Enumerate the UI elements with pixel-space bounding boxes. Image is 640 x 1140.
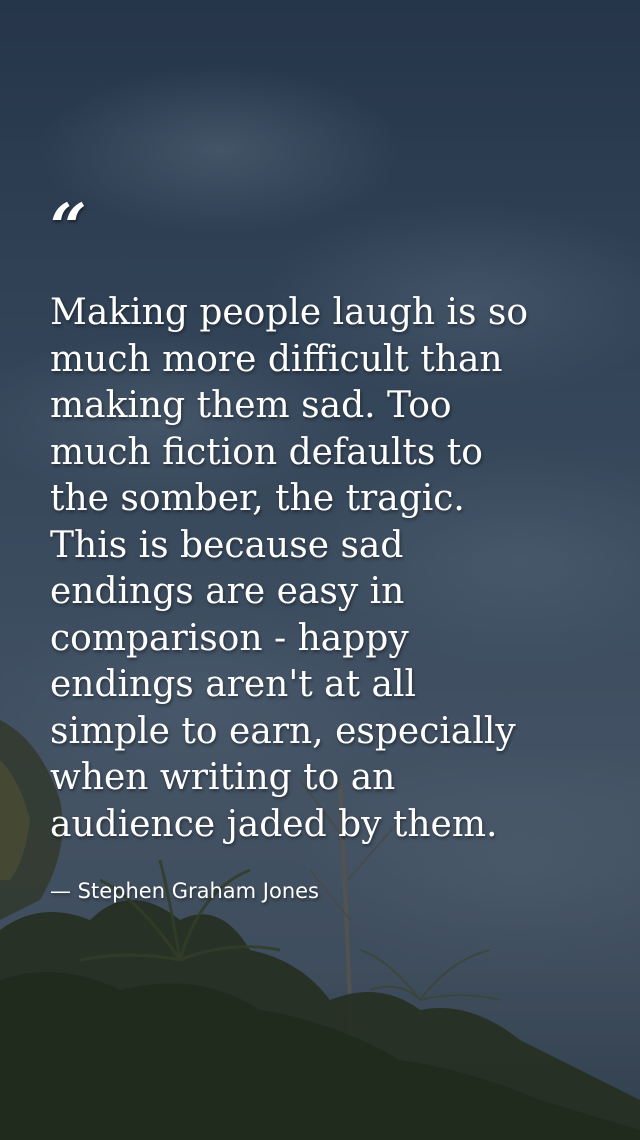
quote-line: simple to earn, especially xyxy=(50,710,516,752)
quote-line: when writing to an xyxy=(50,757,396,798)
quote-line: the somber, the tragic. xyxy=(50,478,465,519)
quote-line: audience jaded by them. xyxy=(50,803,498,845)
quote-line: This is because sad xyxy=(50,524,404,566)
quote-line: making them sad. Too xyxy=(50,385,452,426)
quote-line: comparison - happy xyxy=(50,617,409,659)
quote-line: much more difficult than xyxy=(50,338,503,380)
quote-author: — Stephen Graham Jones xyxy=(50,879,320,903)
quote-line: much fiction defaults to xyxy=(50,431,483,473)
quote-line: Making people laugh is so xyxy=(50,292,529,333)
quote-mark-icon: “ xyxy=(50,190,87,265)
quote-text: Making people laugh is so much more diff… xyxy=(50,290,610,848)
quote-line: endings aren't at all xyxy=(50,664,417,705)
quote-line: endings are easy in xyxy=(50,571,405,612)
